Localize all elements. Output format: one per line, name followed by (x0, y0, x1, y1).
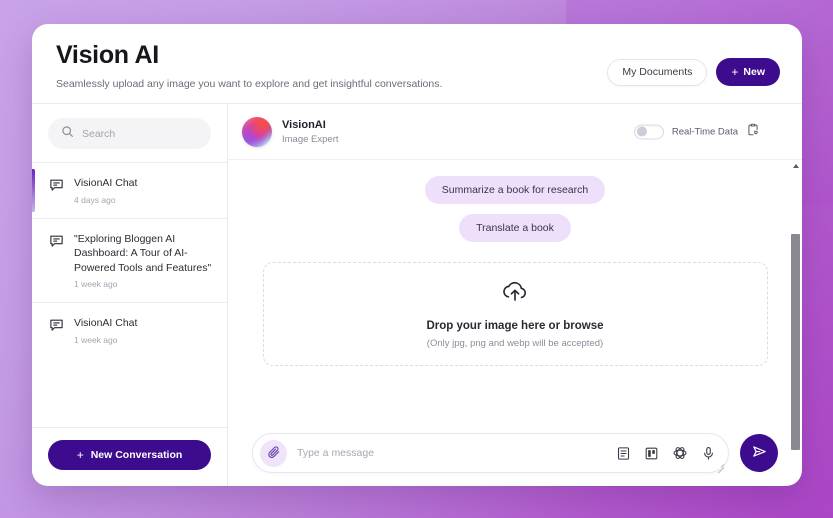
composer-tool-icons (616, 445, 716, 461)
new-conversation-button[interactable]: + New Conversation (48, 440, 211, 470)
conversation-title: VisionAI Chat (74, 177, 138, 189)
scrollbar-thumb[interactable] (791, 234, 800, 450)
page-background: Vision AI Seamlessly upload any image yo… (0, 0, 833, 518)
agent-name: VisionAI (282, 119, 326, 131)
realtime-data-control: Real-Time Data (633, 122, 760, 141)
dropzone-subtitle: (Only jpg, png and webp will be accepted… (426, 337, 604, 349)
chat-header: VisionAI Image Expert Real-Time Data (228, 104, 802, 160)
resize-grip[interactable] (716, 461, 725, 474)
conversation-timestamp: 4 days ago (74, 194, 116, 205)
conversation-text: VisionAI Chat 4 days ago (74, 176, 137, 205)
new-conversation-container: + New Conversation (32, 427, 227, 486)
search-box[interactable] (48, 118, 211, 149)
new-button[interactable]: + New (716, 58, 780, 86)
plus-icon: + (731, 65, 739, 79)
conversation-item-1[interactable]: "Exploring Bloggen AI Dashboard: A Tour … (32, 217, 227, 303)
conversation-list: VisionAI Chat 4 days ago "Exploring Blog… (32, 162, 227, 427)
chat-bubble-icon (49, 317, 64, 345)
chat-pane: VisionAI Image Expert Real-Time Data Sum… (228, 104, 802, 486)
image-dropzone[interactable]: Drop your image here or browse (Only jpg… (262, 262, 768, 366)
message-composer (228, 420, 802, 486)
conversation-text: "Exploring Bloggen AI Dashboard: A Tour … (74, 232, 213, 290)
document-icon[interactable] (616, 446, 631, 461)
chat-scrollbar[interactable] (789, 160, 802, 450)
attachment-button[interactable] (260, 439, 287, 467)
conversation-item-0[interactable]: VisionAI Chat 4 days ago (32, 162, 227, 218)
send-paper-plane-icon (751, 443, 768, 463)
agent-role: Image Expert (282, 134, 339, 145)
app-body: VisionAI Chat 4 days ago "Exploring Blog… (32, 104, 802, 486)
paperclip-icon (267, 445, 281, 462)
new-conversation-label: New Conversation (90, 449, 183, 461)
chat-bubble-icon (49, 233, 64, 290)
ai-flower-icon[interactable] (672, 445, 688, 461)
message-input[interactable] (297, 447, 606, 459)
chat-bubble-icon (49, 177, 64, 205)
agent-info: VisionAI Image Expert (282, 118, 339, 145)
avatar (242, 116, 272, 147)
conversation-timestamp: 1 week ago (74, 279, 118, 289)
conversation-text: VisionAI Chat 1 week ago (74, 316, 137, 345)
message-input-bar (252, 433, 729, 474)
chat-body: Summarize a book for research Translate … (228, 160, 802, 450)
dropzone-title: Drop your image here or browse (426, 319, 604, 332)
header-actions: My Documents + New (607, 58, 780, 86)
conversation-timestamp: 1 week ago (74, 334, 118, 345)
conversation-title: VisionAI Chat (74, 317, 138, 329)
search-input[interactable] (82, 127, 198, 140)
suggestion-chip-1[interactable]: Translate a book (459, 214, 571, 242)
my-documents-button[interactable]: My Documents (607, 58, 708, 86)
board-icon[interactable] (644, 446, 659, 461)
clipboard-icon[interactable] (746, 122, 760, 141)
send-button[interactable] (740, 434, 778, 472)
realtime-data-label: Real-Time Data (671, 126, 738, 137)
suggestion-chips: Summarize a book for research Translate … (252, 160, 778, 242)
conversation-item-2[interactable]: VisionAI Chat 1 week ago (32, 302, 227, 358)
plus-icon: + (76, 448, 84, 462)
app-card: Vision AI Seamlessly upload any image yo… (32, 24, 802, 486)
suggestion-chip-0[interactable]: Summarize a book for research (424, 176, 606, 204)
scrollbar-track[interactable] (791, 172, 800, 450)
realtime-data-toggle[interactable] (633, 124, 664, 139)
new-button-label: New (743, 66, 765, 78)
my-documents-label: My Documents (622, 66, 693, 78)
toggle-knob (636, 126, 647, 137)
search-icon (61, 125, 74, 143)
app-header: Vision AI Seamlessly upload any image yo… (32, 24, 802, 104)
microphone-icon[interactable] (701, 446, 716, 461)
cloud-upload-icon (500, 280, 530, 309)
scroll-up-arrow[interactable] (789, 160, 802, 172)
conversation-title: "Exploring Bloggen AI Dashboard: A Tour … (74, 232, 212, 274)
search-container (32, 104, 227, 162)
sidebar: VisionAI Chat 4 days ago "Exploring Blog… (32, 104, 228, 486)
